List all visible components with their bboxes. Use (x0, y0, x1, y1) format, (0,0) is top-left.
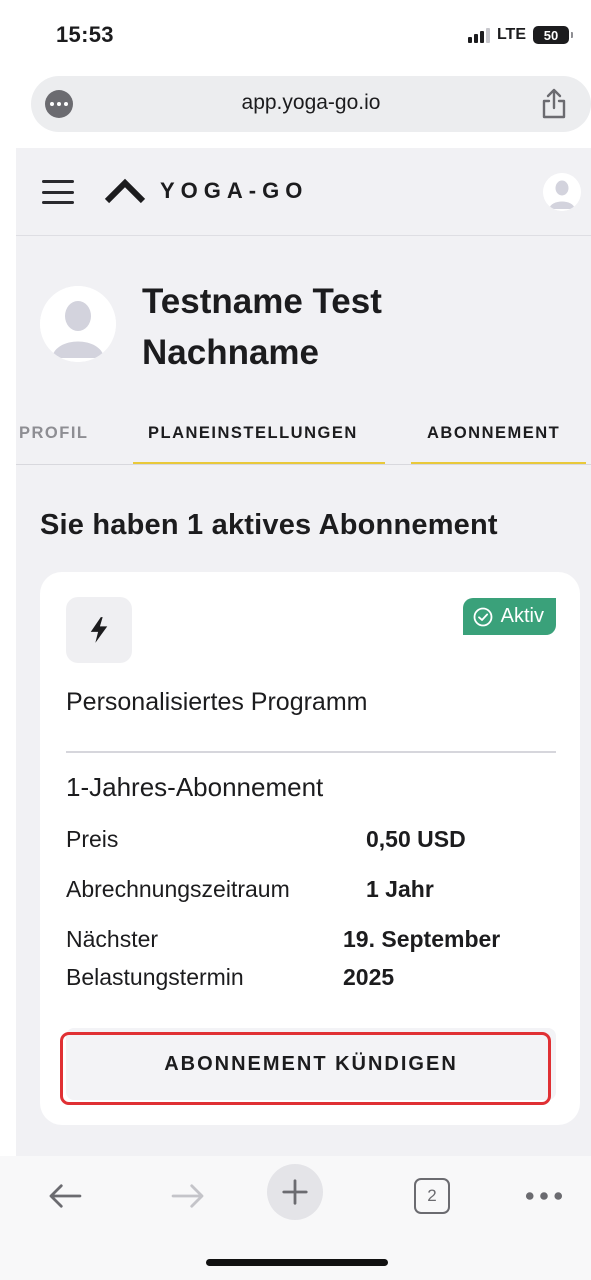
yoga-go-logo[interactable]: YOGA-GO (104, 178, 308, 204)
check-circle-icon (473, 607, 493, 626)
subscription-card: Aktiv Personalisiertes Programm 1-Jahres… (40, 572, 580, 1125)
tab-bar: PROFIL PLANEINSTELLUNGEN ABONNEMENT (16, 408, 591, 465)
price-label: Preis (66, 826, 119, 852)
profile-header: Testname Test Nachname (16, 276, 591, 376)
tab-abonnement[interactable]: ABONNEMENT (427, 424, 560, 443)
tabs-button[interactable]: 2 (402, 1166, 462, 1226)
status-badge: Aktiv (462, 598, 556, 635)
tab-profil[interactable]: PROFIL (19, 424, 89, 443)
status-indicators: LTE 50 (467, 26, 573, 44)
share-icon[interactable] (539, 88, 569, 120)
status-badge-label: Aktiv (500, 605, 544, 627)
battery-icon: 50 (533, 26, 573, 44)
plan-name: Personalisiertes Programm (66, 688, 368, 716)
cancel-subscription-button[interactable]: ABONNEMENT KÜNDIGEN (66, 1028, 556, 1100)
url-text[interactable]: app.yoga-go.io (31, 91, 591, 115)
browser-toolbar: 2 (0, 1156, 591, 1280)
subscription-type: 1-Jahres-Abonnement (66, 772, 324, 802)
app-header: YOGA-GO (16, 148, 591, 236)
price-value: 0,50 USD (366, 826, 466, 852)
next-billing-label: Nächster Belastungstermin (66, 926, 244, 990)
web-page: YOGA-GO Testname Test Nachname PROFIL PL… (16, 148, 591, 1156)
arrow-right-icon[interactable] (158, 1166, 218, 1226)
battery-level: 50 (543, 27, 559, 43)
avatar (40, 286, 116, 362)
hamburger-icon[interactable] (42, 180, 74, 204)
profile-name: Testname Test Nachname (142, 282, 382, 372)
tab-count: 2 (427, 1186, 437, 1205)
status-bar: 15:53 LTE 50 (0, 0, 591, 72)
divider (66, 751, 556, 753)
tab-underline-abonnement (411, 462, 586, 464)
home-indicator (206, 1259, 388, 1266)
billing-period-value: 1 Jahr (366, 876, 434, 902)
user-avatar-icon[interactable] (543, 173, 581, 211)
more-dots-icon[interactable] (514, 1166, 574, 1226)
address-bar[interactable]: app.yoga-go.io (31, 76, 591, 132)
lightning-icon (66, 597, 132, 663)
section-title: Sie haben 1 aktives Abonnement (40, 509, 498, 541)
status-time: 15:53 (56, 22, 114, 47)
logo-chevron-icon (104, 178, 146, 204)
signal-icon (467, 27, 490, 43)
plus-icon[interactable] (267, 1164, 323, 1220)
tab-planeinstellungen[interactable]: PLANEINSTELLUNGEN (148, 424, 358, 443)
billing-period-label: Abrechnungszeitraum (66, 876, 290, 902)
tab-count-icon: 2 (414, 1178, 450, 1214)
arrow-left-icon[interactable] (35, 1166, 95, 1226)
logo-text: YOGA-GO (160, 178, 309, 203)
tab-underline-planeinstellungen (133, 462, 385, 464)
next-billing-value: 19. September 2025 (343, 926, 501, 990)
network-label: LTE (496, 26, 526, 43)
